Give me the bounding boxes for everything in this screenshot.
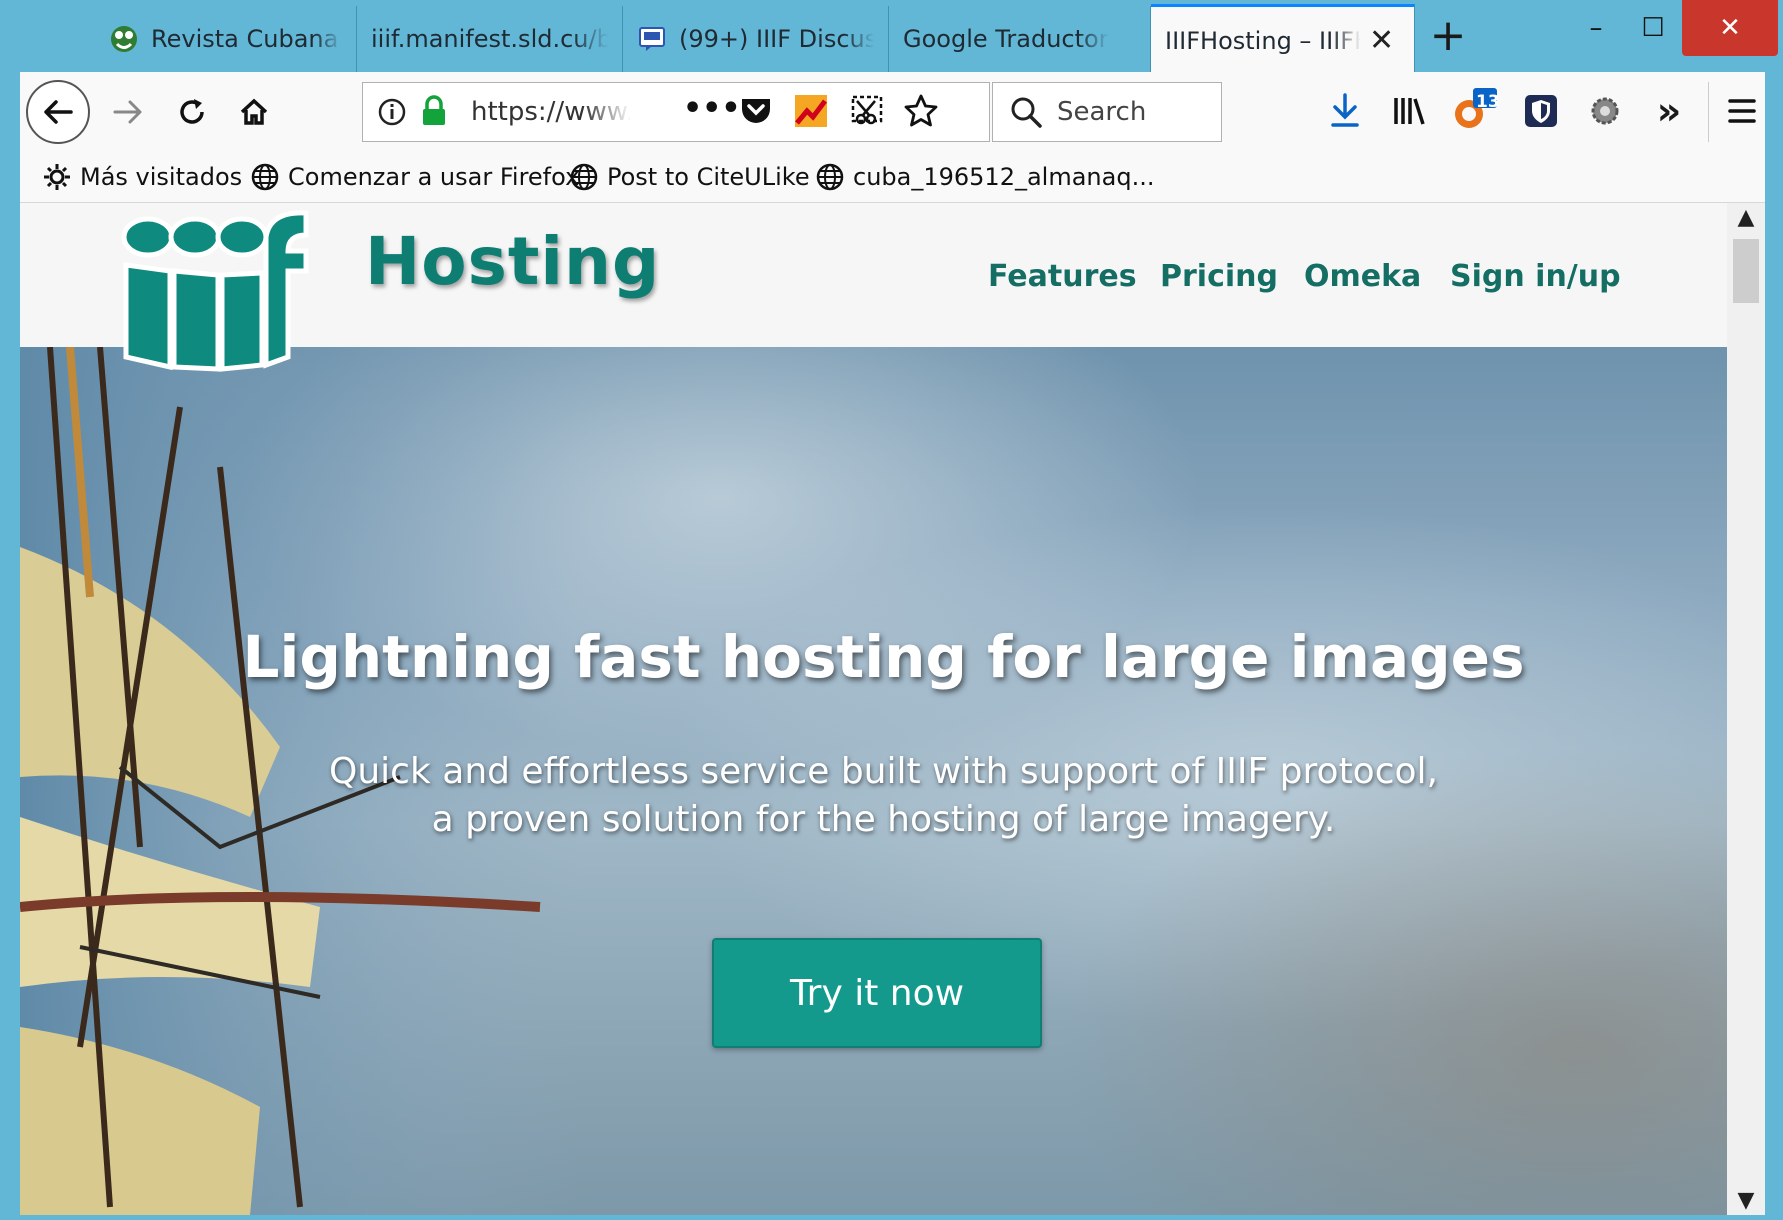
chart-addon-icon[interactable] [793, 93, 829, 133]
tab-iiif-manifest[interactable]: iiif.manifest.sld.cu/b [357, 6, 623, 72]
shield-addon-button[interactable] [1516, 86, 1566, 136]
new-tab-button[interactable]: + [1425, 14, 1471, 60]
pocket-icon[interactable] [739, 95, 773, 131]
download-icon [1331, 93, 1359, 127]
tab-strip: Revista Cubana de iiif.manifest.sld.cu/b… [0, 0, 1783, 74]
scroll-down-icon[interactable]: ▼ [1727, 1188, 1765, 1213]
toolbar-divider [1708, 82, 1709, 142]
url-text[interactable]: https://www. [471, 97, 631, 127]
navigation-toolbar: https://www. ••• Search 13 » [20, 72, 1765, 152]
bookmark-mas-visitados[interactable]: Más visitados [42, 158, 242, 196]
forward-arrow-icon [113, 100, 142, 124]
addon-badge-button[interactable]: 13 [1448, 82, 1502, 138]
bookmark-cuba-almanaque[interactable]: cuba_196512_almanaq... [815, 158, 1154, 196]
forward-button[interactable] [104, 88, 152, 136]
lock-icon[interactable] [419, 95, 449, 131]
brand-name[interactable]: Hosting [365, 223, 660, 300]
vertical-scrollbar[interactable]: ▲ ▼ [1727, 203, 1765, 1215]
bookmark-star-icon[interactable] [903, 93, 939, 133]
back-button[interactable] [26, 80, 90, 144]
info-icon[interactable] [377, 97, 407, 131]
back-arrow-icon [44, 100, 73, 124]
globe-icon [251, 163, 279, 191]
iiif-logo-icon [121, 210, 309, 372]
chat-icon [637, 24, 667, 54]
scrollbar-thumb[interactable] [1733, 239, 1759, 303]
close-tab-icon[interactable]: ✕ [1369, 23, 1394, 58]
gear-icon [44, 164, 70, 190]
globe-icon [570, 163, 598, 191]
bookmark-comenzar-firefox[interactable]: Comenzar a usar Firefox [250, 158, 579, 196]
nav-sign-in[interactable]: Sign in/up [1450, 259, 1621, 294]
hero-subline-1: Quick and effortless service built with … [329, 751, 1438, 792]
nav-features[interactable]: Features [988, 259, 1137, 294]
downloads-button[interactable] [1320, 86, 1370, 136]
reload-icon [180, 99, 204, 124]
bookmarks-toolbar: Más visitados Comenzar a usar Firefox Po… [20, 152, 1765, 203]
scroll-up-icon[interactable]: ▲ [1727, 205, 1765, 230]
page-viewport: Hosting Features Pricing Omeka Sign in/u… [20, 203, 1747, 1215]
hero-headline: Lightning fast hosting for large images [242, 623, 1525, 691]
library-button[interactable] [1384, 86, 1434, 136]
screenshot-icon[interactable] [849, 93, 885, 133]
reload-button[interactable] [168, 88, 216, 136]
maximize-button[interactable]: ☐ [1625, 0, 1681, 56]
tab-iiif-discuss[interactable]: (99+) IIIF Discuss [623, 6, 889, 72]
tab-iiifhosting[interactable]: IIIFHosting – IIIFH ✕ [1151, 4, 1415, 74]
site-favicon-icon [109, 24, 139, 54]
gear-icon [1591, 97, 1619, 125]
try-it-now-button[interactable]: Try it now [712, 938, 1042, 1048]
overflow-chevron-icon[interactable]: » [1644, 84, 1694, 138]
tab-google-traductor[interactable]: Google Traductor [889, 6, 1151, 72]
minimize-button[interactable]: – [1568, 0, 1624, 56]
url-bar[interactable]: https://www. ••• [362, 82, 990, 142]
home-icon [240, 98, 268, 125]
addon-badge-count: 13 [1476, 92, 1500, 112]
globe-icon [816, 163, 844, 191]
settings-addon-button[interactable] [1580, 86, 1630, 136]
home-button[interactable] [230, 88, 278, 136]
close-window-button[interactable]: ✕ [1682, 0, 1778, 56]
library-icon [1394, 98, 1425, 125]
search-icon [1009, 95, 1043, 133]
nav-omeka[interactable]: Omeka [1304, 259, 1421, 294]
hero-subline-2: a proven solution for the hosting of lar… [431, 799, 1336, 840]
nav-pricing[interactable]: Pricing [1160, 259, 1278, 294]
search-input[interactable]: Search [992, 82, 1222, 142]
tab-revista-cubana[interactable]: Revista Cubana de [95, 6, 357, 72]
bookmark-citeulike[interactable]: Post to CiteULike [569, 158, 810, 196]
hamburger-menu-button[interactable] [1720, 86, 1764, 136]
browser-window: Revista Cubana de iiif.manifest.sld.cu/b… [0, 0, 1783, 1220]
page-actions-icon[interactable]: ••• [683, 91, 741, 126]
menu-icon [1728, 99, 1756, 123]
search-placeholder: Search [1057, 97, 1147, 127]
shield-icon [1525, 95, 1557, 127]
